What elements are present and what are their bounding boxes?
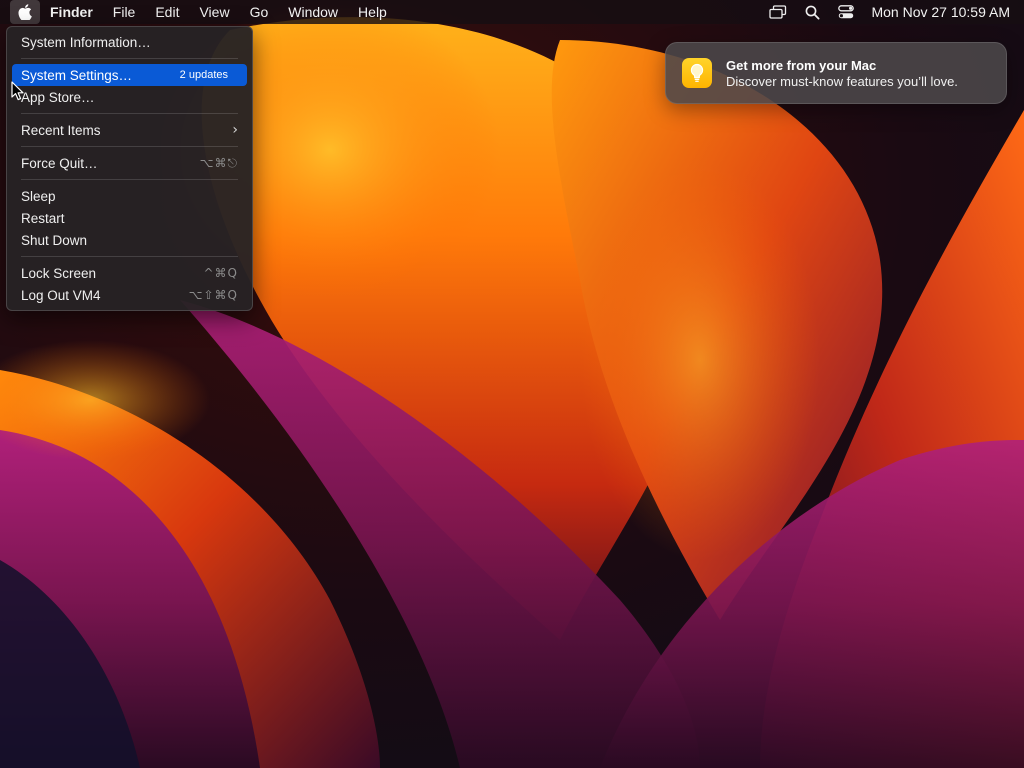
menu-item-label: System Settings… <box>21 67 133 83</box>
lightbulb-tips-icon <box>682 58 712 88</box>
notification-text: Get more from your Mac Discover must-kno… <box>726 58 958 89</box>
menu-bar-status-area: Mon Nov 27 10:59 AM <box>761 0 1024 24</box>
menu-item-restart[interactable]: Restart <box>12 207 247 229</box>
menu-item-label: System Information… <box>21 34 151 50</box>
menu-item-label: Restart <box>21 210 65 226</box>
screen-mirroring-icon[interactable] <box>761 0 795 24</box>
menu-bar-clock[interactable]: Mon Nov 27 10:59 AM <box>863 4 1010 20</box>
keyboard-shortcut: ⌥⇧⌘Q <box>188 288 238 302</box>
updates-badge: 2 updates <box>179 69 228 81</box>
mouse-cursor-icon <box>11 81 24 101</box>
tips-notification[interactable]: Get more from your Mac Discover must-kno… <box>665 42 1007 104</box>
menu-separator <box>21 113 238 114</box>
apple-menu-dropdown: System Information… System Settings… 2 u… <box>6 26 253 311</box>
apple-logo-icon[interactable] <box>10 0 40 24</box>
menu-item-label: Shut Down <box>21 232 88 248</box>
menu-go[interactable]: Go <box>240 0 279 24</box>
notification-title: Get more from your Mac <box>726 57 877 73</box>
notification-body: Discover must-know features you’ll love. <box>726 73 958 89</box>
menu-separator <box>21 256 238 257</box>
menu-item-log-out[interactable]: Log Out VM4 ⌥⇧⌘Q <box>12 284 247 306</box>
menu-item-shut-down[interactable]: Shut Down <box>12 229 247 251</box>
menu-item-label: Force Quit… <box>21 155 98 171</box>
menu-separator <box>21 146 238 147</box>
menu-item-lock-screen[interactable]: Lock Screen ^⌘Q <box>12 262 247 284</box>
menu-window[interactable]: Window <box>278 0 348 24</box>
menu-item-force-quit[interactable]: Force Quit… ⌥⌘⎋ <box>12 152 247 174</box>
menu-item-system-settings[interactable]: System Settings… 2 updates <box>12 64 247 86</box>
menu-separator <box>21 58 238 59</box>
menu-finder[interactable]: Finder <box>40 0 103 24</box>
menu-file[interactable]: File <box>103 0 146 24</box>
menu-item-label: Recent Items <box>21 122 101 138</box>
menu-edit[interactable]: Edit <box>145 0 189 24</box>
spotlight-search-icon[interactable] <box>795 0 829 24</box>
menu-item-label: Sleep <box>21 188 56 204</box>
menu-item-label: Lock Screen <box>21 265 97 281</box>
menu-item-sleep[interactable]: Sleep <box>12 185 247 207</box>
chevron-right-icon: › <box>232 122 238 138</box>
menu-view[interactable]: View <box>189 0 239 24</box>
keyboard-shortcut: ⌥⌘⎋ <box>199 155 238 170</box>
menu-item-app-store[interactable]: App Store… <box>12 86 247 108</box>
menu-item-label: Log Out VM4 <box>21 287 101 303</box>
menu-bar: Finder File Edit View Go Window Help Mon… <box>0 0 1024 24</box>
control-center-icon[interactable] <box>829 0 863 24</box>
keyboard-shortcut: ^⌘Q <box>203 266 238 280</box>
menu-item-system-information[interactable]: System Information… <box>12 31 247 53</box>
menu-separator <box>21 179 238 180</box>
menu-help[interactable]: Help <box>348 0 397 24</box>
menu-item-recent-items[interactable]: Recent Items › <box>12 119 247 141</box>
menu-item-label: App Store… <box>21 89 95 105</box>
